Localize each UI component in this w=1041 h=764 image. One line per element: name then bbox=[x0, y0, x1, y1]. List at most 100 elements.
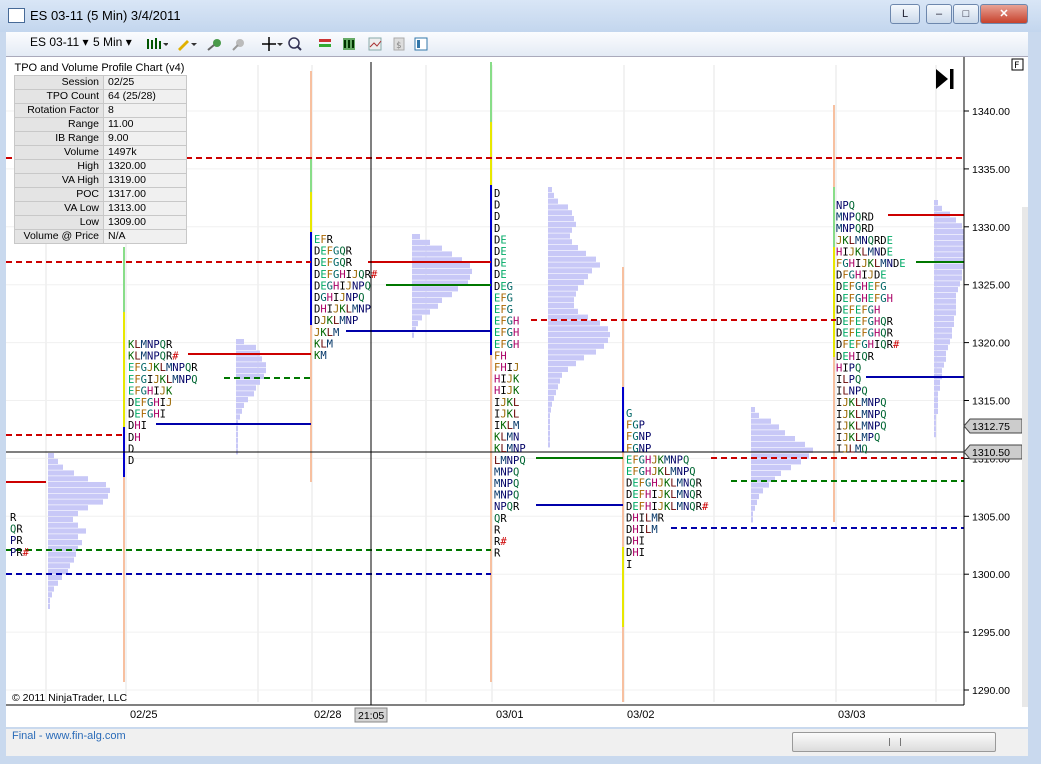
tpo-row: DEFGHI bbox=[128, 409, 166, 421]
strategies-icon[interactable] bbox=[342, 37, 356, 51]
go-to-end-icon bbox=[936, 69, 948, 89]
info-key: Low bbox=[14, 215, 104, 230]
volume-profile-bar bbox=[934, 379, 940, 385]
tpo-row: IJKL bbox=[494, 397, 519, 409]
volume-profile-bar bbox=[48, 470, 74, 476]
volume-profile-bar bbox=[548, 401, 552, 407]
tpo-row: HIJKLMNDE bbox=[836, 246, 893, 258]
info-key: High bbox=[14, 159, 104, 174]
tpo-row: DEFGQR bbox=[314, 246, 353, 258]
footer-link[interactable]: Final - www.fin-alg.com bbox=[12, 730, 126, 742]
volume-profile-bar bbox=[412, 245, 442, 251]
volume-profile-bar bbox=[412, 321, 418, 327]
tpo-row: R bbox=[494, 548, 501, 560]
volume-profile-bar bbox=[548, 204, 568, 210]
info-key: Volume @ Price bbox=[14, 229, 104, 244]
volume-profile-bar bbox=[236, 385, 256, 391]
tpo-row: DEFEFGHQR bbox=[836, 316, 894, 328]
volume-profile-bar bbox=[548, 442, 550, 448]
volume-profile-bar bbox=[548, 390, 556, 396]
tpo-row: D bbox=[494, 211, 500, 223]
volume-profile-bar bbox=[934, 310, 956, 316]
maximize-button[interactable]: □ bbox=[953, 4, 979, 24]
volume-profile-bar bbox=[48, 574, 62, 580]
tpo-row: KLMNPQR bbox=[128, 339, 173, 351]
volume-profile-bar bbox=[548, 250, 586, 256]
svg-text:$: $ bbox=[396, 41, 401, 51]
data-box-icon[interactable] bbox=[288, 37, 302, 51]
volume-profile-bar bbox=[48, 563, 70, 569]
chart-window-icon bbox=[8, 8, 25, 23]
volume-profile-bar bbox=[48, 586, 54, 592]
tpo-row: DE bbox=[494, 234, 507, 246]
volume-profile-bar bbox=[412, 309, 430, 315]
volume-profile-bar bbox=[934, 403, 938, 409]
date-label: 03/03 bbox=[838, 709, 866, 721]
templates-icon[interactable]: $ bbox=[392, 37, 406, 51]
horizontal-scrollbar[interactable] bbox=[792, 732, 996, 752]
minimize-button[interactable]: – bbox=[926, 4, 952, 24]
properties-icon[interactable] bbox=[368, 37, 382, 51]
interval-selector[interactable]: 5 Min ▾ bbox=[93, 35, 132, 49]
tpo-row: DGHIJNPQ bbox=[314, 292, 365, 304]
tpo-row: R# bbox=[494, 536, 507, 548]
panel-f-label: F bbox=[1014, 61, 1019, 71]
zoom-in-icon[interactable] bbox=[206, 37, 228, 51]
zoom-out-icon[interactable] bbox=[232, 37, 246, 51]
volume-profile-bar bbox=[548, 349, 596, 355]
tpo-row: DEFGHEFGH bbox=[836, 293, 893, 305]
instrument-selector[interactable]: ES 03-11 ▾ bbox=[30, 35, 89, 49]
volume-profile-bar bbox=[934, 229, 964, 235]
link-button[interactable]: L bbox=[890, 4, 920, 24]
volume-profile-bar bbox=[751, 499, 757, 505]
volume-profile-bar bbox=[934, 263, 964, 269]
close-button[interactable]: ✕ bbox=[980, 4, 1028, 24]
volume-profile-bar bbox=[548, 378, 560, 384]
volume-profile-bar bbox=[236, 344, 256, 350]
tpo-row: HIJK bbox=[494, 385, 520, 397]
volume-profile-bar bbox=[412, 239, 430, 245]
tpo-row: DEFGQR bbox=[314, 257, 353, 269]
volume-profile-bar bbox=[48, 487, 110, 493]
tpo-row: DFEFGHIQR# bbox=[836, 339, 900, 351]
volume-profile-bar bbox=[548, 355, 584, 361]
chart-trader-icon[interactable] bbox=[414, 37, 428, 51]
tpo-row: MNPQ bbox=[494, 478, 519, 490]
volume-profile-bar bbox=[236, 402, 244, 408]
volume-profile-bar bbox=[48, 528, 86, 534]
tpo-row: IKLM bbox=[494, 420, 519, 432]
volume-profile-bar bbox=[548, 366, 568, 372]
volume-profile-bar bbox=[412, 297, 442, 303]
info-value: 1309.00 bbox=[103, 215, 187, 230]
volume-profile-bar bbox=[48, 551, 76, 557]
volume-profile-bar bbox=[412, 263, 470, 269]
tpo-row: NPQR bbox=[494, 501, 520, 513]
vertical-scrollbar bbox=[1022, 207, 1028, 707]
volume-profile-bar bbox=[934, 269, 962, 275]
volume-profile-bar bbox=[548, 297, 574, 303]
tpo-row: EFGH bbox=[494, 316, 519, 328]
volume-profile-bar bbox=[934, 333, 952, 339]
volume-profile-bar bbox=[751, 465, 791, 471]
volume-profile-bar bbox=[548, 227, 572, 233]
tpo-row: DEFGHJKLMNQR bbox=[626, 478, 703, 490]
volume-profile-bar bbox=[934, 316, 954, 322]
tpo-row: D bbox=[494, 223, 500, 235]
crosshair-icon[interactable] bbox=[262, 37, 284, 51]
tpo-row: DH bbox=[128, 432, 141, 444]
volume-profile-bar bbox=[236, 397, 248, 403]
bar-style-icon[interactable] bbox=[146, 37, 168, 51]
drawing-tool-icon[interactable] bbox=[176, 37, 198, 51]
indicators-icon[interactable] bbox=[318, 37, 332, 51]
info-value: 11.00 bbox=[103, 117, 187, 132]
tpo-row: I bbox=[626, 559, 632, 571]
volume-profile-bar bbox=[548, 221, 576, 227]
volume-profile-bar bbox=[934, 275, 962, 281]
volume-profile-bar bbox=[548, 372, 562, 378]
price-label: 1305.00 bbox=[972, 511, 1010, 523]
tpo-row: HIPQ bbox=[836, 362, 861, 374]
volume-profile-bar bbox=[48, 545, 78, 551]
volume-profile-bar bbox=[548, 419, 550, 425]
volume-profile-bar bbox=[751, 470, 781, 476]
tpo-row: KM bbox=[314, 350, 327, 362]
